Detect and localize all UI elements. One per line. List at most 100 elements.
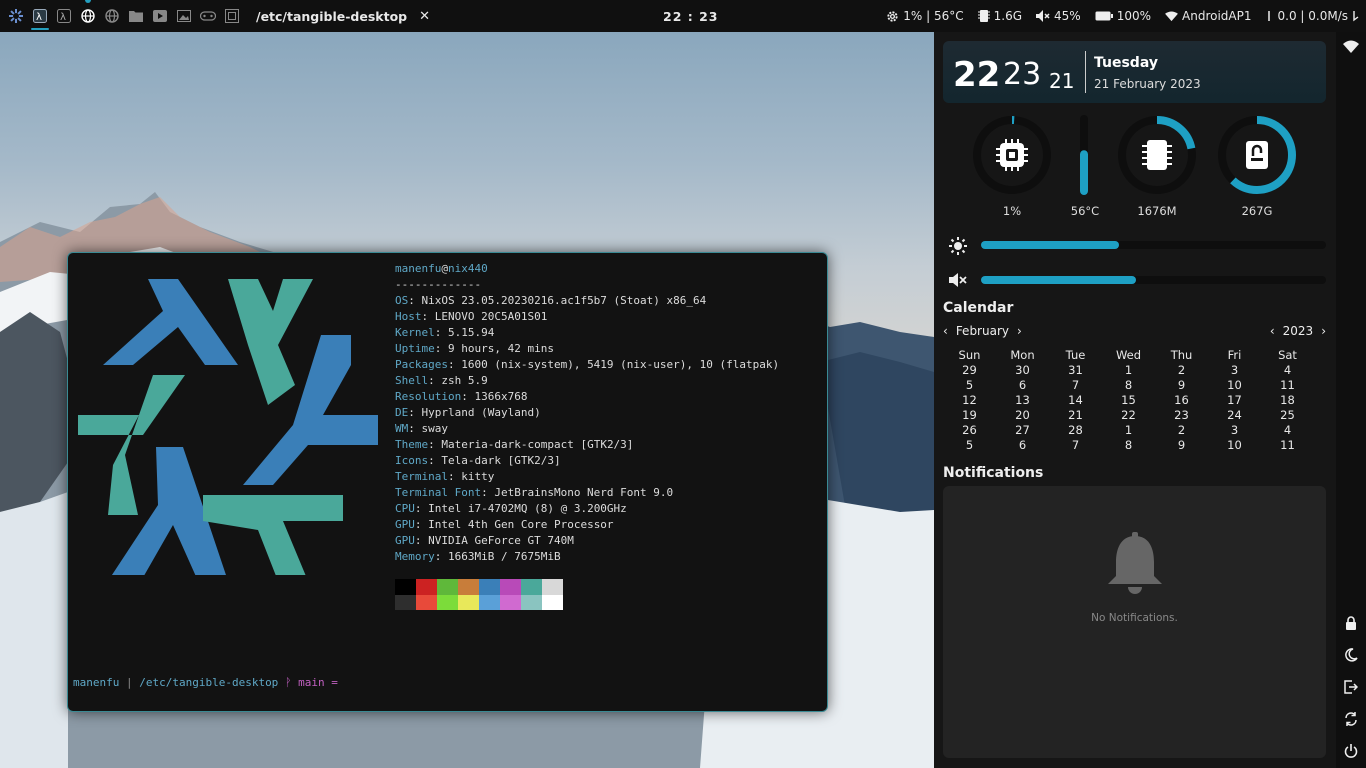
- calendar-week-row: 26 27 28 1 2 3 4: [943, 423, 1326, 438]
- next-month-button[interactable]: ›: [1017, 324, 1022, 338]
- palette-swatch: [437, 579, 458, 595]
- calendar-day[interactable]: 31: [1049, 363, 1102, 378]
- workspace-8[interactable]: [196, 0, 220, 32]
- calendar-day[interactable]: 8: [1102, 438, 1155, 453]
- wifi-indicator[interactable]: AndroidAP1: [1165, 9, 1252, 23]
- disk-icon: [1246, 141, 1268, 169]
- next-year-button[interactable]: ›: [1321, 324, 1326, 338]
- wifi-icon[interactable]: [1343, 38, 1359, 54]
- calendar-day[interactable]: 10: [1208, 378, 1261, 393]
- calendar-day[interactable]: 2: [1155, 423, 1208, 438]
- calendar-day[interactable]: 13: [996, 393, 1049, 408]
- calendar-day[interactable]: 16: [1155, 393, 1208, 408]
- calendar-day[interactable]: 15: [1102, 393, 1155, 408]
- calendar-day[interactable]: 1: [1102, 423, 1155, 438]
- prev-month-button[interactable]: ‹: [943, 324, 948, 338]
- moon-icon[interactable]: [1343, 647, 1359, 663]
- calendar-day[interactable]: 11: [1261, 438, 1314, 453]
- info-row: GPU: NVIDIA GeForce GT 740M: [395, 534, 574, 547]
- calendar-day[interactable]: 29: [943, 363, 996, 378]
- prev-year-button[interactable]: ‹: [1270, 324, 1275, 338]
- brightness-slider[interactable]: [981, 241, 1326, 249]
- calendar-day[interactable]: 27: [996, 423, 1049, 438]
- calendar-day[interactable]: 21: [1049, 408, 1102, 423]
- calendar-day[interactable]: 11: [1261, 378, 1314, 393]
- svg-text:λ: λ: [60, 12, 66, 23]
- calendar-day[interactable]: 6: [996, 378, 1049, 393]
- window-icon: [225, 9, 239, 23]
- memory-gauge-label: 1676M: [1137, 204, 1177, 218]
- cpu-gauge-label: 1%: [1002, 204, 1022, 218]
- calendar-day[interactable]: 5: [943, 438, 996, 453]
- workspace-6[interactable]: [148, 0, 172, 32]
- calendar-day[interactable]: 22: [1102, 408, 1155, 423]
- calendar-day[interactable]: 25: [1261, 408, 1314, 423]
- calendar-day[interactable]: 7: [1049, 378, 1102, 393]
- netspeed-text: 0.0 | 0.0M/s: [1277, 9, 1349, 23]
- calendar-day[interactable]: 1: [1102, 363, 1155, 378]
- calendar-week-row: 5 6 7 8 9 10 11: [943, 438, 1326, 453]
- network-speed[interactable]: 0.0 | 0.0M/s: [1266, 9, 1361, 23]
- palette-swatch: [437, 595, 458, 610]
- temperature-label: 56°C: [1070, 204, 1100, 218]
- svg-text:λ: λ: [36, 12, 42, 23]
- calendar-day[interactable]: 5: [943, 378, 996, 393]
- workspace-3[interactable]: [76, 0, 100, 32]
- calendar-day[interactable]: 8: [1102, 378, 1155, 393]
- workspace-7[interactable]: [172, 0, 196, 32]
- topbar-clock[interactable]: 22 : 23: [663, 9, 719, 24]
- transfer-icon: [1353, 11, 1359, 22]
- calendar-day[interactable]: 9: [1155, 378, 1208, 393]
- battery-indicator[interactable]: 100%: [1095, 9, 1151, 23]
- workspace-switcher: λ λ: [0, 0, 244, 32]
- calendar-day[interactable]: 24: [1208, 408, 1261, 423]
- cpu-indicator[interactable]: 1% | 56°C: [886, 9, 964, 23]
- calendar-day[interactable]: 18: [1261, 393, 1314, 408]
- calendar-day[interactable]: 28: [1049, 423, 1102, 438]
- workspace-2[interactable]: λ: [52, 0, 76, 32]
- restart-icon[interactable]: [1343, 711, 1359, 727]
- info-row: Memory: 1663MiB / 7675MiB: [395, 550, 561, 563]
- shell-prompt[interactable]: manenfu | /etc/tangible-desktop ᚹ main =…: [73, 643, 338, 711]
- notifications-title: Notifications: [943, 465, 1044, 481]
- calendar-day[interactable]: 17: [1208, 393, 1261, 408]
- calendar-day[interactable]: 20: [996, 408, 1049, 423]
- battery-icon: [1095, 11, 1113, 21]
- control-center-panel: 22 23 21 Tuesday 21 February 2023 1% 56°…: [934, 32, 1336, 768]
- calendar-day[interactable]: 19: [943, 408, 996, 423]
- volume-slider[interactable]: [981, 276, 1326, 284]
- workspace-1[interactable]: λ: [28, 0, 52, 32]
- info-row: Terminal: kitty: [395, 470, 495, 483]
- calendar-day[interactable]: 2: [1155, 363, 1208, 378]
- nixos-menu-icon[interactable]: [4, 0, 28, 32]
- logout-icon[interactable]: [1343, 679, 1359, 695]
- info-row: Theme: Materia-dark-compact [GTK2/3]: [395, 438, 634, 451]
- info-row: DE: Hyprland (Wayland): [395, 406, 541, 419]
- power-icon[interactable]: [1343, 743, 1359, 759]
- cpu-gauge: [973, 116, 1051, 194]
- memory-indicator[interactable]: 1.6G: [977, 9, 1022, 23]
- calendar-day[interactable]: 6: [996, 438, 1049, 453]
- calendar-day[interactable]: 3: [1208, 423, 1261, 438]
- workspace-4[interactable]: [100, 0, 124, 32]
- calendar-day[interactable]: 4: [1261, 423, 1314, 438]
- right-edge-bar: [1336, 32, 1366, 768]
- calendar-day[interactable]: 4: [1261, 363, 1314, 378]
- calendar-day[interactable]: 3: [1208, 363, 1261, 378]
- workspace-9[interactable]: [220, 0, 244, 32]
- calendar-day[interactable]: 14: [1049, 393, 1102, 408]
- workspace-5[interactable]: [124, 0, 148, 32]
- volume-indicator[interactable]: 45%: [1036, 9, 1081, 23]
- calendar-day[interactable]: 26: [943, 423, 996, 438]
- calendar-day[interactable]: 30: [996, 363, 1049, 378]
- calendar-day[interactable]: 23: [1155, 408, 1208, 423]
- calendar-day[interactable]: 9: [1155, 438, 1208, 453]
- calendar-day[interactable]: 10: [1208, 438, 1261, 453]
- notifications-area: No Notifications.: [943, 486, 1326, 758]
- kitty-terminal-window[interactable]: manenfu@nix440 ------------- OS: NixOS 2…: [67, 252, 828, 712]
- close-window-button[interactable]: ✕: [419, 9, 430, 24]
- lock-icon[interactable]: [1343, 615, 1359, 631]
- calendar-day[interactable]: 12: [943, 393, 996, 408]
- calendar-day[interactable]: 7: [1049, 438, 1102, 453]
- clock-seconds: 21: [1049, 69, 1075, 93]
